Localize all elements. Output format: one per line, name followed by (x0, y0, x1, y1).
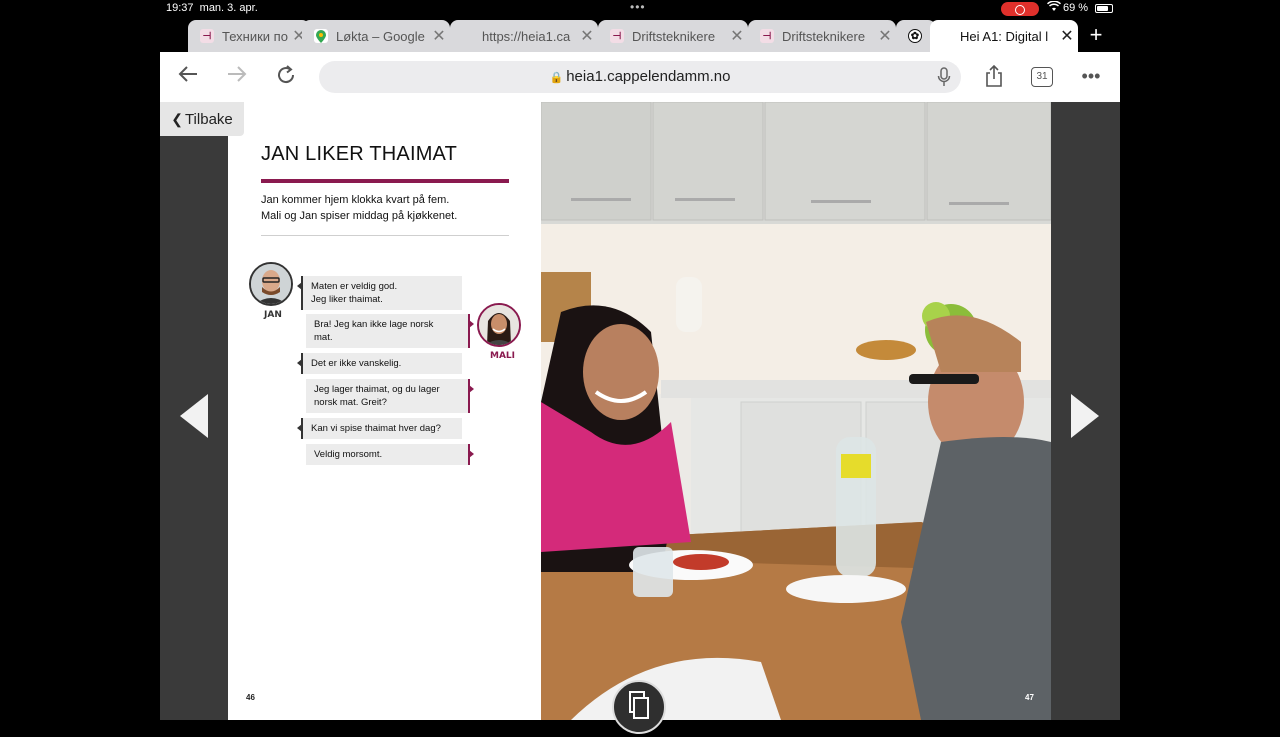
dialogue-bubble-jan: Maten er veldig god. Jeg liker thaimat. (297, 276, 462, 310)
heia-icon: ⊣ (200, 29, 214, 43)
next-page-arrow-icon[interactable] (1071, 394, 1099, 438)
battery-percent: 69 % (1063, 2, 1089, 14)
url-text: heia1.cappelendamm.no (566, 68, 731, 85)
address-bar[interactable]: 🔒 heia1.cappelendamm.no (319, 61, 961, 93)
intro-text: Jan kommer hjem klokka kvart på fem. Mal… (261, 192, 509, 224)
dialogue-line: norsk mat. Greit? (314, 397, 387, 408)
book-viewer: ❮ Tilbake JAN LIKER THAIMAT Jan kommer h… (160, 102, 1120, 734)
tab-title: Hei A1: Digital l (960, 28, 1049, 44)
tab-active[interactable]: Hei A1: Digital l ✕ (930, 20, 1078, 52)
forward-arrow-icon[interactable] (223, 64, 251, 90)
dialogue-bubble-mali: Jeg lager thaimat, og du lager norsk mat… (306, 379, 474, 413)
google-maps-icon (314, 29, 328, 43)
status-date: man. 3. apr. (199, 2, 258, 14)
new-tab-icon[interactable]: + (1082, 23, 1110, 49)
dialogue-bubble-mali: Bra! Jeg kan ikke lage norsk mat. (306, 314, 474, 348)
divider (261, 235, 509, 236)
close-tab-icon[interactable]: ✕ (1056, 26, 1078, 46)
page-left: JAN LIKER THAIMAT Jan kommer hjem klokka… (228, 102, 541, 720)
dialogue-bubble-jan: Kan vi spise thaimat hver dag? (297, 418, 462, 439)
tab-1[interactable]: ⊣ Техники по э ✕ (188, 20, 310, 52)
tools-icon (629, 691, 649, 719)
close-tab-icon[interactable]: ✕ (428, 26, 450, 46)
tab-count-button[interactable]: 31 (1031, 67, 1053, 87)
screen-recording-icon[interactable] (1001, 2, 1039, 16)
dialogue-bubble-mali: Veldig morsomt. (306, 444, 474, 465)
lesson-title: JAN LIKER THAIMAT (261, 143, 458, 165)
dialogue-line: Jeg liker thaimat. (311, 294, 383, 305)
wifi-icon (1046, 0, 1062, 15)
chevron-left-icon: ❮ (171, 110, 183, 127)
dialogue-line: mat. (314, 332, 333, 343)
dialogue-line: Det er ikke vanskelig. (311, 358, 402, 369)
close-tab-icon[interactable]: ✕ (576, 26, 598, 46)
dialogue-line: Jeg lager thaimat, og du lager (314, 384, 440, 395)
more-options-icon[interactable]: ••• (1077, 64, 1105, 90)
browser-toolbar: 🔒 heia1.cappelendamm.no 31 ••• (160, 52, 1120, 102)
tab-2[interactable]: Løkta – Google ✕ (302, 20, 450, 52)
openai-icon: ✿ (908, 29, 922, 43)
mali-avatar (477, 303, 521, 347)
previous-page-arrow-icon[interactable] (180, 394, 208, 438)
battery-icon (1095, 4, 1113, 13)
dialogue-line: Maten er veldig god. (311, 281, 398, 292)
tab-title: Driftsteknikere (632, 28, 716, 44)
tab-5[interactable]: ⊣ Driftsteknikere ✕ (748, 20, 896, 52)
jan-avatar (249, 262, 293, 306)
page-number-left: 46 (246, 693, 255, 702)
status-time: 19:37 man. 3. apr. (166, 2, 258, 14)
tab-title: Driftsteknikere (782, 28, 866, 44)
speaker-mali: MALI (490, 351, 516, 361)
share-icon[interactable] (980, 64, 1008, 90)
tab-4[interactable]: ⊣ Driftsteknikere ✕ (598, 20, 748, 52)
title-rule (261, 179, 509, 183)
close-tab-icon[interactable]: ✕ (874, 26, 896, 46)
back-button[interactable]: ❮ Tilbake (160, 102, 244, 136)
dialogue-line: Bra! Jeg kan ikke lage norsk (314, 319, 434, 330)
tab-title: https://heia1.ca (482, 28, 571, 44)
heia-icon: ⊣ (610, 29, 624, 43)
intro-line: Jan kommer hjem klokka kvart på fem. (261, 194, 450, 206)
heia-icon: ⊣ (760, 29, 774, 43)
lock-icon: 🔒 (549, 72, 564, 84)
tab-title: Løkta – Google (336, 28, 425, 44)
close-tab-icon[interactable]: ✕ (726, 26, 748, 46)
tab-title: Техники по э (222, 28, 288, 44)
tab-3[interactable]: https://heia1.ca ✕ (450, 20, 598, 52)
tools-button[interactable] (612, 680, 666, 734)
status-bar: 19:37 man. 3. apr. ••• 69 % (160, 0, 1120, 18)
page-number-right: 47 (1025, 693, 1034, 702)
speaker-jan: JAN (264, 310, 282, 320)
back-button-label: Tilbake (184, 110, 233, 128)
dialogue-bubble-jan: Det er ikke vanskelig. (297, 353, 462, 374)
dialogue-line: Kan vi spise thaimat hver dag? (311, 423, 441, 434)
microphone-icon[interactable] (937, 66, 951, 88)
intro-line: Mali og Jan spiser middag på kjøkkenet. (261, 210, 458, 222)
tab-bar: ⊣ Техники по э ✕ Løkta – Google ✕ https:… (160, 18, 1120, 52)
dialogue-line: Veldig morsomt. (314, 449, 383, 460)
reload-icon[interactable] (272, 64, 300, 90)
multitasking-dots-icon[interactable]: ••• (630, 0, 646, 14)
kitchen-photo: 47 (541, 102, 1051, 720)
back-arrow-icon[interactable] (174, 64, 202, 90)
